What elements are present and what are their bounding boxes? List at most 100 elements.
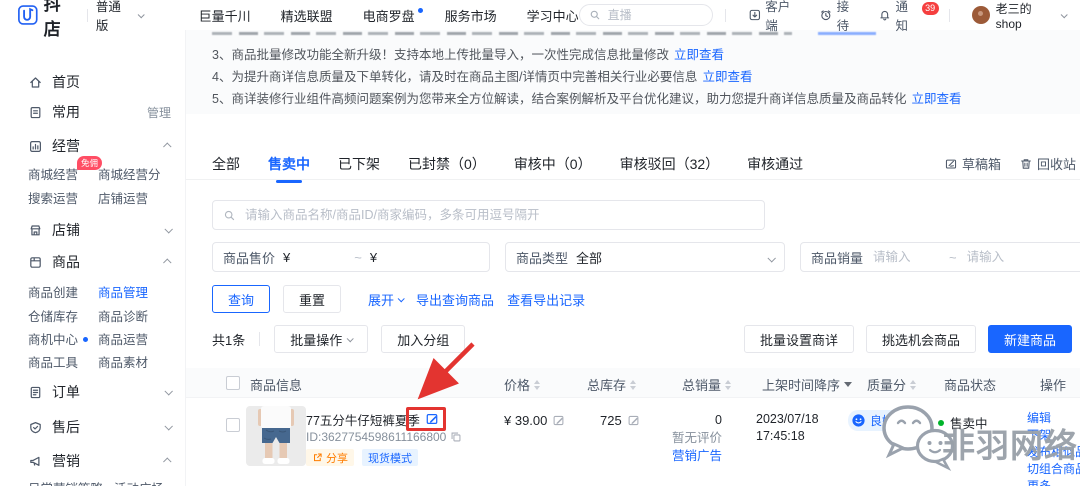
keyword-input[interactable] bbox=[243, 207, 754, 223]
sidebar-item-mall-operate[interactable]: 商城经营免佣 bbox=[28, 164, 98, 182]
topbar-search[interactable] bbox=[579, 4, 713, 26]
sidebar-subrow: 商品工具 商品素材 bbox=[28, 352, 148, 370]
col-listing-time[interactable]: 上架时间降序 bbox=[762, 375, 852, 394]
off-shelf-action[interactable]: 下架 bbox=[1027, 428, 1080, 443]
sort-icon[interactable] bbox=[534, 380, 540, 390]
nav-learning-center[interactable]: 学习中心 bbox=[527, 6, 579, 25]
sidebar-item-product-create[interactable]: 商品创建 bbox=[28, 282, 98, 300]
publish-similar-action[interactable]: 发布相似品 bbox=[1027, 445, 1080, 460]
notice-link[interactable]: 立即查看 bbox=[674, 44, 724, 63]
sidebar-item-product-diagnose[interactable]: 商品诊断 bbox=[98, 306, 148, 324]
sidebar-section-shop[interactable]: 店铺 bbox=[28, 220, 171, 240]
query-button[interactable]: 查询 bbox=[212, 285, 270, 313]
sidebar-item-opportunity-center[interactable]: 商机中心 bbox=[28, 329, 98, 347]
export-link[interactable]: 导出查询商品 bbox=[416, 290, 494, 309]
sidebar-section-operate[interactable]: 经营 bbox=[28, 136, 171, 156]
marketing-ad-link[interactable]: 营销广告 bbox=[672, 447, 722, 465]
sidebar-item-product-tools[interactable]: 商品工具 bbox=[28, 352, 98, 370]
sidebar-item-activity-square[interactable]: 活动广场 bbox=[114, 478, 164, 486]
more-action[interactable]: 更多 bbox=[1027, 479, 1080, 486]
stock-mode-tag: 现货模式 bbox=[362, 449, 418, 466]
sidebar-item-product-operate[interactable]: 商品运营 bbox=[98, 329, 148, 347]
type-value: 全部 bbox=[576, 248, 602, 267]
tab-banned[interactable]: 已封禁（0） bbox=[408, 154, 486, 174]
copy-icon[interactable] bbox=[450, 431, 462, 443]
tab-rejected[interactable]: 审核驳回（32） bbox=[620, 154, 720, 174]
sidebar-item-common[interactable]: 常用 管理 bbox=[28, 102, 171, 122]
sidebar-item-home[interactable]: 首页 bbox=[28, 72, 171, 92]
tab-approved[interactable]: 审核通过 bbox=[747, 154, 803, 174]
batch-detail-button[interactable]: 批量设置商详 bbox=[744, 325, 854, 353]
sidebar-item-product-manage[interactable]: 商品管理 bbox=[98, 282, 148, 300]
col-sales[interactable]: 总销量 bbox=[682, 375, 731, 394]
nav-qianchuan[interactable]: 巨量千川 bbox=[199, 6, 251, 25]
notice-link[interactable]: 立即查看 bbox=[911, 88, 961, 107]
edit-price-icon[interactable] bbox=[552, 414, 565, 427]
sort-desc-icon bbox=[844, 382, 852, 387]
col-stock[interactable]: 总库存 bbox=[587, 375, 636, 394]
sidebar-item-daily-marketing[interactable]: 日常营销策略 bbox=[28, 478, 114, 486]
select-all-checkbox[interactable] bbox=[226, 376, 240, 390]
recycle-bin-link[interactable]: 回收站 bbox=[1019, 154, 1076, 173]
version-selector[interactable]: 普通版 bbox=[96, 0, 143, 34]
tab-in-review[interactable]: 审核中（0） bbox=[514, 154, 592, 174]
range-separator: ~ bbox=[949, 250, 957, 265]
edit-title-icon[interactable] bbox=[425, 412, 439, 426]
batch-operation-button[interactable]: 批量操作 bbox=[274, 325, 368, 353]
pick-opportunity-button[interactable]: 挑选机会商品 bbox=[866, 325, 976, 353]
client-download[interactable]: 客户端 bbox=[748, 0, 802, 34]
app-logo[interactable]: 抖店 bbox=[18, 0, 79, 40]
reception[interactable]: 接待 bbox=[819, 0, 861, 34]
sort-icon[interactable] bbox=[630, 380, 636, 390]
chevron-up-icon bbox=[163, 258, 171, 266]
sidebar-section-product[interactable]: 商品 bbox=[28, 252, 171, 272]
sort-icon[interactable] bbox=[910, 380, 916, 390]
price-min-input[interactable] bbox=[298, 249, 346, 265]
price-max-input[interactable] bbox=[385, 249, 433, 265]
sidebar-item-warehouse[interactable]: 仓储库存 bbox=[28, 306, 98, 324]
share-tag[interactable]: 分享 bbox=[306, 449, 354, 466]
notifications[interactable]: 通知 39 bbox=[878, 0, 941, 34]
quality-score-badge[interactable]: 良好 100 bbox=[848, 410, 925, 431]
nav-service-market[interactable]: 服务市场 bbox=[445, 6, 497, 25]
col-status: 商品状态 bbox=[944, 375, 996, 394]
sidebar-section-aftersale[interactable]: 售后 bbox=[28, 417, 171, 437]
col-quality[interactable]: 质量分 bbox=[867, 375, 916, 394]
add-to-group-button[interactable]: 加入分组 bbox=[381, 325, 465, 353]
sidebar-item-mall-score[interactable]: 商城经营分 bbox=[98, 164, 161, 182]
create-product-button[interactable]: 新建商品 bbox=[988, 325, 1072, 353]
product-image[interactable] bbox=[246, 406, 306, 466]
combine-product-action[interactable]: 切组合商品 bbox=[1027, 462, 1080, 477]
expand-link[interactable]: 展开 bbox=[368, 290, 403, 309]
sidebar-section-marketing[interactable]: 营销 bbox=[28, 451, 171, 471]
tab-selling[interactable]: 售卖中 bbox=[268, 154, 310, 174]
sales-min-input[interactable] bbox=[871, 249, 941, 265]
tab-off-shelf[interactable]: 已下架 bbox=[338, 154, 380, 174]
reset-button[interactable]: 重置 bbox=[283, 285, 341, 313]
sales-max-input[interactable] bbox=[965, 249, 1035, 265]
sidebar-item-store-operate[interactable]: 店铺运营 bbox=[98, 188, 148, 206]
draftbox-link[interactable]: 草稿箱 bbox=[944, 154, 1001, 173]
manage-link[interactable]: 管理 bbox=[147, 104, 171, 121]
topbar-search-input[interactable] bbox=[606, 7, 696, 23]
edit-action[interactable]: 编辑 bbox=[1027, 411, 1080, 426]
export-history-link[interactable]: 查看导出记录 bbox=[507, 290, 585, 309]
sidebar-section-order[interactable]: 订单 bbox=[28, 382, 171, 402]
row-checkbox[interactable] bbox=[226, 418, 240, 432]
col-product-info: 商品信息 bbox=[250, 375, 302, 394]
col-price[interactable]: 价格 bbox=[504, 375, 540, 394]
sidebar-item-product-material[interactable]: 商品素材 bbox=[98, 352, 148, 370]
notice-link[interactable]: 立即查看 bbox=[702, 66, 752, 85]
sort-icon[interactable] bbox=[725, 380, 731, 390]
nav-luopan[interactable]: 电商罗盘 bbox=[363, 6, 415, 25]
sidebar-item-search-operate[interactable]: 搜索运营 bbox=[28, 188, 98, 206]
edit-stock-icon[interactable] bbox=[627, 414, 640, 427]
status-tabs: 全部 售卖中 已下架 已封禁（0） 审核中（0） 审核驳回（32） 审核通过 草… bbox=[186, 148, 1080, 180]
tab-all[interactable]: 全部 bbox=[212, 154, 240, 174]
product-title[interactable]: 77五分牛仔短裤夏季 bbox=[306, 410, 420, 429]
nav-jingxuan[interactable]: 精选联盟 bbox=[281, 6, 333, 25]
keyword-search[interactable] bbox=[212, 200, 765, 230]
account-menu[interactable]: 老三的shop bbox=[972, 0, 1066, 31]
type-filter[interactable]: 商品类型 全部 bbox=[505, 242, 785, 272]
status-dot bbox=[938, 420, 944, 426]
